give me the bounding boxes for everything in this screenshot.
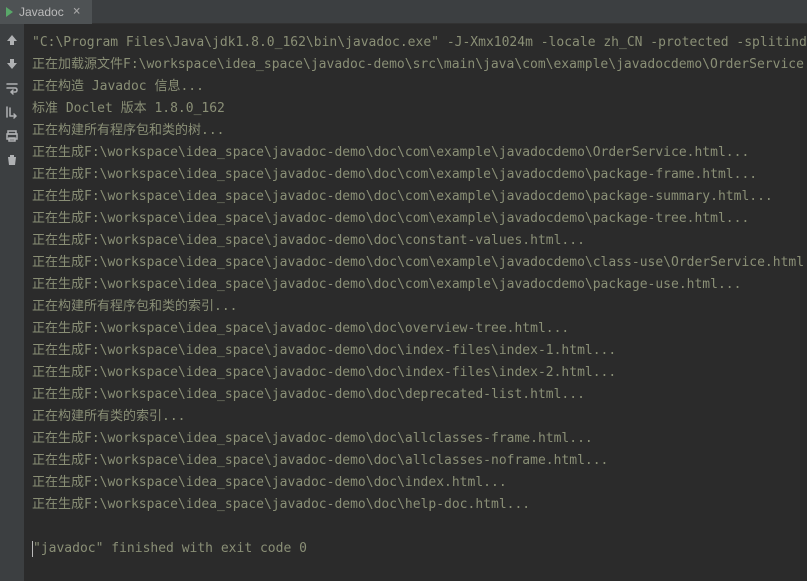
console-line: 正在生成F:\workspace\idea_space\javadoc-demo… <box>32 230 807 252</box>
console-line: 正在生成F:\workspace\idea_space\javadoc-demo… <box>32 208 807 230</box>
console-output[interactable]: "C:\Program Files\Java\jdk1.8.0_162\bin\… <box>24 24 807 581</box>
console-line: 正在构建所有程序包和类的索引... <box>32 296 807 318</box>
run-icon <box>6 7 13 17</box>
close-icon[interactable]: × <box>70 5 84 19</box>
print-icon[interactable] <box>4 128 20 144</box>
console-line: 正在生成F:\workspace\idea_space\javadoc-demo… <box>32 450 807 472</box>
arrow-up-icon[interactable] <box>4 32 20 48</box>
scroll-to-end-icon[interactable] <box>4 104 20 120</box>
console-line: 正在生成F:\workspace\idea_space\javadoc-demo… <box>32 252 807 274</box>
console-line: 标准 Doclet 版本 1.8.0_162 <box>32 98 807 120</box>
console-line: 正在生成F:\workspace\idea_space\javadoc-demo… <box>32 186 807 208</box>
console-line: 正在构造 Javadoc 信息... <box>32 76 807 98</box>
tab-javadoc[interactable]: Javadoc × <box>0 0 92 24</box>
console-line: 正在生成F:\workspace\idea_space\javadoc-demo… <box>32 318 807 340</box>
console-line: 正在构建所有程序包和类的树... <box>32 120 807 142</box>
console-line: 正在生成F:\workspace\idea_space\javadoc-demo… <box>32 494 807 516</box>
tab-bar: Javadoc × <box>0 0 807 24</box>
console-line: 正在生成F:\workspace\idea_space\javadoc-demo… <box>32 472 807 494</box>
tab-label: Javadoc <box>19 5 64 19</box>
console-line: "C:\Program Files\Java\jdk1.8.0_162\bin\… <box>32 32 807 54</box>
console-line: 正在生成F:\workspace\idea_space\javadoc-demo… <box>32 164 807 186</box>
arrow-down-icon[interactable] <box>4 56 20 72</box>
console-line: 正在生成F:\workspace\idea_space\javadoc-demo… <box>32 384 807 406</box>
gutter-toolbar <box>0 24 24 581</box>
console-line: 正在生成F:\workspace\idea_space\javadoc-demo… <box>32 340 807 362</box>
trash-icon[interactable] <box>4 152 20 168</box>
main-area: "C:\Program Files\Java\jdk1.8.0_162\bin\… <box>0 24 807 581</box>
console-line: "javadoc" finished with exit code 0 <box>33 541 307 556</box>
console-line: 正在生成F:\workspace\idea_space\javadoc-demo… <box>32 362 807 384</box>
console-line: 正在生成F:\workspace\idea_space\javadoc-demo… <box>32 142 807 164</box>
wrap-lines-icon[interactable] <box>4 80 20 96</box>
console-line: 正在生成F:\workspace\idea_space\javadoc-demo… <box>32 274 807 296</box>
console-line: 正在加载源文件F:\workspace\idea_space\javadoc-d… <box>32 54 807 76</box>
console-line: 正在构建所有类的索引... <box>32 406 807 428</box>
console-line: 正在生成F:\workspace\idea_space\javadoc-demo… <box>32 428 807 450</box>
